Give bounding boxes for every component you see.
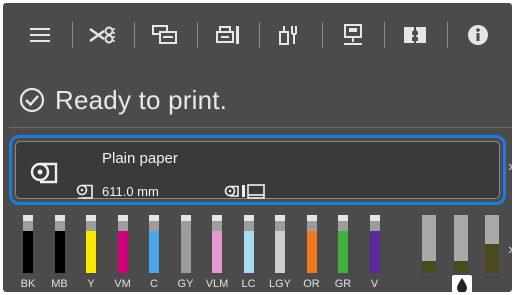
roll-paper-icon	[30, 162, 58, 184]
ink-label: C	[150, 278, 158, 290]
ink-level-fill	[338, 231, 348, 273]
ink-cartridge-cap	[117, 215, 128, 221]
ink-label: GY	[177, 278, 194, 290]
paper-source-icon	[224, 184, 265, 199]
maintenance-box-2	[454, 215, 468, 273]
paper-info-panel[interactable]: Plain paper 611.0 mm	[9, 135, 506, 205]
ink-label: Y	[87, 278, 95, 290]
check-circle-icon	[19, 87, 45, 113]
paper-settings-button[interactable]	[134, 18, 197, 52]
ink-cartridge-or	[306, 215, 317, 273]
ink-level-fill	[306, 231, 317, 273]
waste-ink-drop-icon	[452, 275, 472, 292]
network-button[interactable]	[321, 18, 385, 52]
ink-chevron-right-icon[interactable]: ›	[508, 241, 512, 259]
ink-level-fill	[117, 231, 128, 273]
ink-cartridge-c	[149, 215, 159, 273]
ink-cartridge-lgy	[275, 215, 285, 273]
ink-level-fill	[23, 231, 33, 273]
ink-cartridge-vm	[117, 215, 128, 273]
network-printer-icon	[343, 24, 362, 45]
ink-cartridge-cap	[243, 215, 254, 221]
ink-cartridge-cap	[180, 215, 191, 221]
ink-level-fill	[180, 231, 191, 273]
roll-length-icon	[76, 184, 93, 199]
divider	[9, 127, 512, 128]
ink-cartridge-cap	[86, 215, 96, 221]
ink-cartridge-cap	[275, 215, 285, 221]
ink-label: VLM	[205, 278, 229, 290]
menu-icon	[30, 28, 51, 42]
ink-label: OR	[303, 278, 320, 290]
guide-book-icon	[404, 27, 427, 43]
ink-level-fill	[212, 231, 222, 273]
manual-button[interactable]	[384, 18, 447, 52]
printer-maintenance-icon	[215, 26, 239, 44]
info-button[interactable]	[446, 18, 510, 52]
paper-info-inner: Plain paper 611.0 mm	[15, 141, 500, 199]
ink-cartridge-cap	[369, 215, 380, 221]
ink-cartridge-y	[86, 215, 96, 273]
ink-cartridge-cap	[23, 215, 33, 221]
ink-level-fill	[86, 231, 96, 273]
ink-cartridge-cap	[212, 215, 222, 221]
ink-cartridge-cap	[306, 215, 317, 221]
maintenance-level-fill	[422, 261, 436, 273]
ink-level-fill	[54, 231, 65, 273]
paper-chevron-right-icon[interactable]: ›	[508, 158, 512, 176]
ink-label: BK	[20, 278, 36, 290]
ink-label: V	[370, 278, 379, 290]
cut-paper-button[interactable]	[71, 18, 135, 52]
status-area: Ready to print.	[19, 83, 227, 117]
ink-levels[interactable]: BK MB Y VM C GY VLM LC LGY OR GR V	[15, 215, 505, 292]
paper-settings-icon	[152, 25, 178, 44]
ink-cartridge-gy	[180, 215, 191, 273]
ink-cartridge-cap	[54, 215, 65, 221]
ink-label: LC	[241, 278, 256, 290]
printer-panel: Ready to print. Plain paper 611.0 mm › B…	[0, 0, 515, 295]
tools-button[interactable]	[259, 18, 322, 52]
maintenance-button[interactable]	[196, 18, 260, 52]
ink-label: VM	[114, 278, 131, 290]
maintenance-level-fill	[485, 244, 499, 273]
ink-level-fill	[275, 231, 285, 273]
ink-cartridge-vlm	[212, 215, 222, 273]
status-text: Ready to print.	[55, 84, 228, 115]
paper-length: 611.0 mm	[102, 184, 159, 199]
paper-type: Plain paper	[102, 150, 178, 167]
info-icon	[467, 25, 488, 45]
menu-button[interactable]	[9, 18, 72, 52]
tools-icon	[279, 26, 298, 45]
ink-cartridge-v	[369, 215, 380, 273]
ink-cartridge-cap	[338, 215, 348, 221]
ink-level-fill	[149, 231, 159, 273]
ink-label: LGY	[268, 278, 291, 290]
paper-cutter-icon	[89, 26, 115, 44]
ink-cartridge-cap	[149, 215, 159, 221]
ink-cartridge-gr	[338, 215, 348, 273]
ink-label: MB	[51, 278, 68, 290]
ink-label: GR	[334, 278, 352, 290]
maintenance-level-fill	[454, 261, 468, 273]
ink-level-fill	[243, 231, 254, 273]
ink-cartridge-mb	[54, 215, 65, 273]
maintenance-box-3	[485, 215, 499, 273]
ink-cartridge-bk	[23, 215, 33, 273]
ink-level-fill	[369, 231, 380, 273]
toolbar	[9, 9, 509, 61]
ink-cartridge-lc	[243, 215, 254, 273]
maintenance-box-1	[422, 215, 436, 273]
